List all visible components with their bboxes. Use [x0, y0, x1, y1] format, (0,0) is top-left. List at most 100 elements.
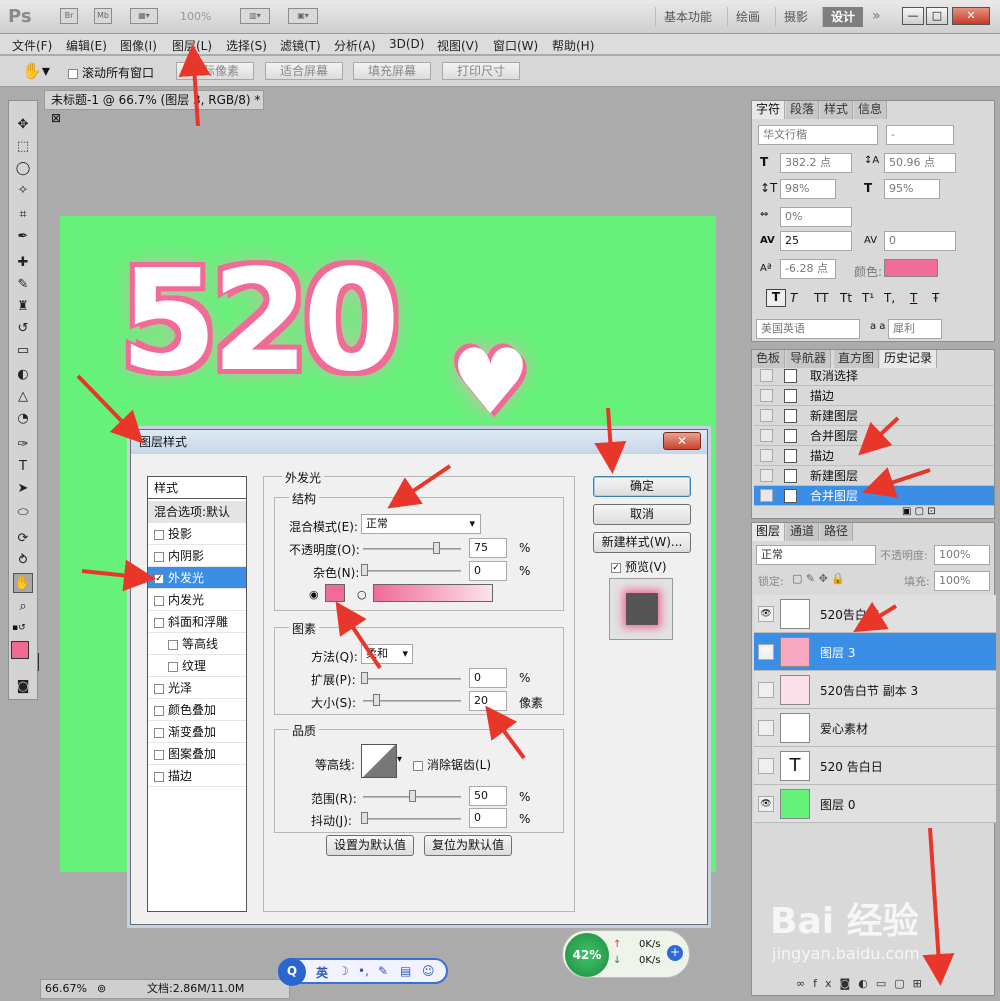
- visibility-eye-icon[interactable]: 👁: [758, 606, 774, 622]
- small-caps-button[interactable]: Tt: [840, 291, 852, 305]
- bridge-icon[interactable]: Br: [60, 8, 78, 24]
- sogou-ime-icon[interactable]: Q: [278, 958, 306, 986]
- close-window-button[interactable]: ✕: [952, 7, 990, 25]
- style-item[interactable]: 描边: [148, 765, 246, 787]
- font-size-field[interactable]: 382.2 点: [780, 153, 852, 173]
- range-slider-knob[interactable]: [409, 790, 416, 802]
- visibility-eye-icon[interactable]: 👁: [758, 796, 774, 812]
- glow-color-swatch[interactable]: [325, 584, 345, 602]
- hand-tool-icon[interactable]: ✋▾: [22, 61, 50, 80]
- spread-slider-knob[interactable]: [361, 672, 368, 684]
- menu-3d[interactable]: 3D(D): [389, 37, 424, 51]
- menu-help[interactable]: 帮助(H): [552, 37, 594, 54]
- blend-mode-select[interactable]: 正常: [756, 545, 876, 565]
- spread-slider[interactable]: [363, 678, 461, 680]
- tab-paragraph[interactable]: 段落: [786, 101, 820, 119]
- 3d-orbit-icon[interactable]: ⥁: [13, 551, 33, 571]
- tab-info[interactable]: 信息: [854, 101, 888, 119]
- more-workspaces-icon[interactable]: »: [872, 8, 881, 24]
- preview-checkbox[interactable]: ✓ 预览(V): [611, 558, 667, 575]
- layer-opacity-field[interactable]: 100%: [934, 545, 990, 565]
- style-item[interactable]: 内阴影: [148, 545, 246, 567]
- style-item[interactable]: 斜面和浮雕: [148, 611, 246, 633]
- menu-edit[interactable]: 编辑(E): [66, 37, 107, 54]
- 3d-rotate-icon[interactable]: ⟳: [13, 529, 33, 549]
- opacity-input[interactable]: 75: [469, 538, 507, 558]
- menu-filter[interactable]: 滤镜(T): [280, 37, 321, 54]
- path-select-icon[interactable]: ➤: [13, 479, 33, 499]
- eyedropper-icon[interactable]: ✒: [13, 227, 33, 247]
- blending-options-item[interactable]: 混合选项:默认: [148, 501, 246, 523]
- actual-pixels-button[interactable]: 实际像素: [176, 62, 254, 80]
- add-widget-icon[interactable]: +: [667, 945, 683, 961]
- layer-row[interactable]: 爱心素材: [754, 709, 996, 747]
- fill-screen-button[interactable]: 填充屏幕: [353, 62, 431, 80]
- layer-row[interactable]: 520告白节 副本 3: [754, 671, 996, 709]
- lock-icons[interactable]: ▢ ✎ ✥ 🔒: [792, 572, 845, 585]
- history-toolbar-icons[interactable]: ▣ ▢ ⊡: [902, 506, 936, 517]
- cancel-button[interactable]: 取消: [593, 504, 691, 525]
- ok-button[interactable]: 确定: [593, 476, 691, 497]
- language-select[interactable]: 美国英语: [756, 319, 860, 339]
- stamp-tool-icon[interactable]: ♜: [13, 297, 33, 317]
- underline-button[interactable]: T: [910, 291, 917, 305]
- fit-screen-button[interactable]: 适合屏幕: [265, 62, 343, 80]
- paint-bucket-icon[interactable]: ◐: [13, 365, 33, 385]
- jitter-input[interactable]: 0: [469, 808, 507, 828]
- workspace-photography[interactable]: 摄影: [775, 7, 816, 27]
- layer-toolbar-icons[interactable]: ∞fx◙◐▭▢⊞: [796, 977, 930, 990]
- history-item[interactable]: 合并图层: [754, 426, 994, 446]
- ime-skin-icon[interactable]: ▤: [400, 964, 411, 978]
- style-item[interactable]: 颜色叠加: [148, 699, 246, 721]
- make-default-button[interactable]: 设置为默认值: [326, 835, 414, 856]
- layer-row[interactable]: 👁 图层 0: [754, 785, 996, 823]
- glow-gradient-picker[interactable]: [373, 584, 493, 602]
- marquee-tool-icon[interactable]: ⬚: [13, 137, 33, 157]
- pen-tool-icon[interactable]: ✑: [13, 435, 33, 455]
- reset-default-button[interactable]: 复位为默认值: [424, 835, 512, 856]
- strikethrough-button[interactable]: Ŧ: [932, 291, 939, 305]
- layer-row[interactable]: 👁 520告白节: [754, 595, 996, 633]
- subscript-button[interactable]: T,: [884, 291, 895, 305]
- workspace-essentials[interactable]: 基本功能: [655, 7, 720, 27]
- document-tab[interactable]: 未标题-1 @ 66.7% (图层 3, RGB/8) * ⊠: [44, 90, 264, 125]
- move-tool-icon[interactable]: ✥: [13, 115, 33, 135]
- style-item-outer-glow[interactable]: ✓ 外发光: [148, 567, 246, 589]
- workspace-painting[interactable]: 绘画: [727, 7, 768, 27]
- kerning-field[interactable]: 25: [780, 231, 852, 251]
- menu-analysis[interactable]: 分析(A): [334, 37, 376, 54]
- size-input[interactable]: 20: [469, 691, 507, 711]
- maximize-button[interactable]: □: [926, 7, 948, 25]
- tab-channels[interactable]: 通道: [786, 523, 820, 541]
- workspace-design[interactable]: 设计: [822, 7, 864, 27]
- foreground-color-swatch[interactable]: [11, 641, 29, 659]
- crop-tool-icon[interactable]: ⌗: [13, 205, 33, 225]
- menu-view[interactable]: 视图(V): [437, 37, 479, 54]
- jitter-slider-knob[interactable]: [361, 812, 368, 824]
- new-style-button[interactable]: 新建样式(W)...: [593, 532, 691, 553]
- ime-tools-icon[interactable]: ✎: [378, 964, 388, 978]
- tab-character[interactable]: 字符: [752, 101, 786, 119]
- gradient-radio[interactable]: ○: [357, 588, 367, 601]
- brush-tool-icon[interactable]: ✎: [13, 275, 33, 295]
- view-extras-icon[interactable]: ▦▾: [130, 8, 158, 24]
- ime-language-toggle[interactable]: 英: [316, 964, 328, 981]
- style-item[interactable]: 纹理: [148, 655, 246, 677]
- style-item[interactable]: 渐变叠加: [148, 721, 246, 743]
- font-family-select[interactable]: 华文行楷: [758, 125, 878, 145]
- style-item[interactable]: 等高线: [148, 633, 246, 655]
- leading-field[interactable]: 50.96 点: [884, 153, 956, 173]
- antialias-select[interactable]: 犀利: [888, 319, 942, 339]
- layer-row[interactable]: T 520 告白日: [754, 747, 996, 785]
- history-item[interactable]: 取消选择: [754, 366, 994, 386]
- text-color-swatch[interactable]: [884, 259, 938, 277]
- tab-styles[interactable]: 样式: [820, 101, 854, 119]
- superscript-button[interactable]: T¹: [862, 291, 874, 305]
- history-item[interactable]: 新建图层: [754, 406, 994, 426]
- tsume-field[interactable]: 0%: [780, 207, 852, 227]
- layer-row-selected[interactable]: 👁 图层 3: [754, 633, 996, 671]
- minimize-button[interactable]: —: [902, 7, 924, 25]
- status-zoom[interactable]: 66.67%: [45, 980, 87, 998]
- arrange-docs-icon[interactable]: ▥▾: [240, 8, 270, 24]
- style-item[interactable]: 内发光: [148, 589, 246, 611]
